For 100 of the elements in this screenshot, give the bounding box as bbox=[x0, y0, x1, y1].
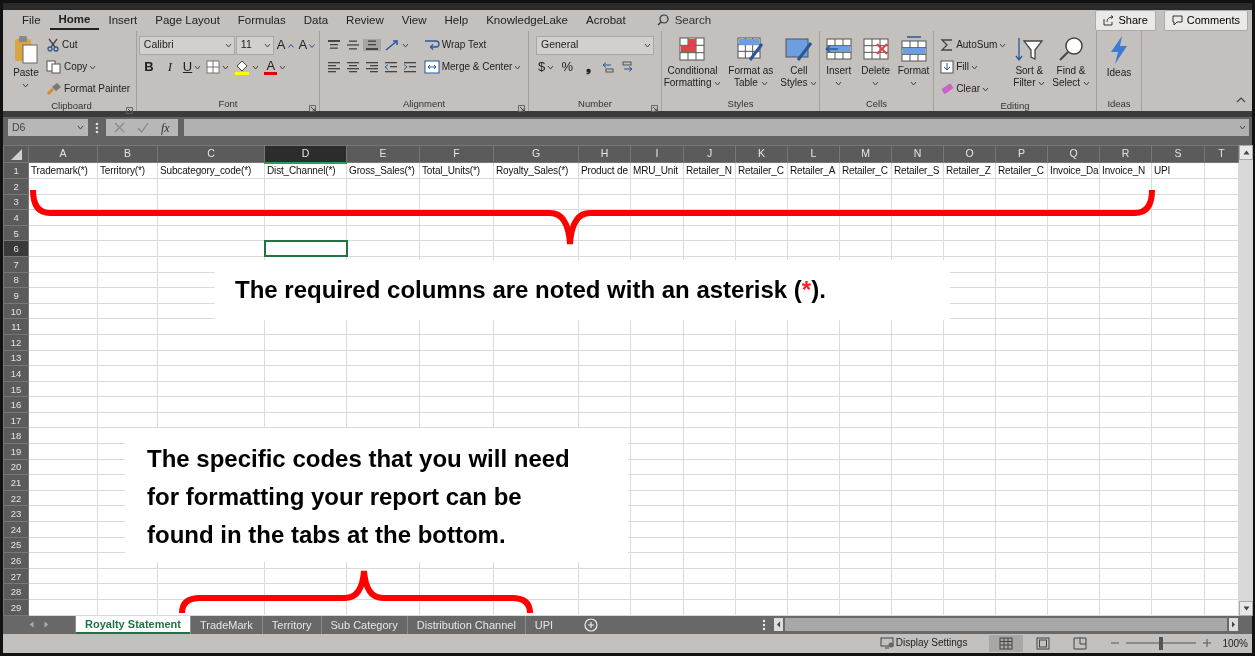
format-as-table-button[interactable]: Format as Table bbox=[726, 35, 776, 96]
format-painter-button[interactable]: Format Painter bbox=[43, 81, 133, 98]
plus-icon[interactable] bbox=[1203, 639, 1212, 648]
formula-input[interactable] bbox=[183, 119, 1249, 137]
wrap-text-button[interactable]: Wrap Text bbox=[421, 37, 489, 54]
paste-button[interactable]: Paste bbox=[10, 35, 41, 96]
column-header[interactable]: T bbox=[1204, 145, 1239, 163]
column-header[interactable]: S bbox=[1151, 145, 1205, 163]
dialog-launcher-icon[interactable] bbox=[309, 104, 316, 112]
dialog-launcher-icon[interactable] bbox=[518, 104, 525, 112]
slider-thumb[interactable] bbox=[1159, 636, 1164, 650]
horizontal-scrollbar[interactable] bbox=[785, 618, 1227, 632]
percent-button[interactable]: % bbox=[557, 60, 578, 75]
font-size-field[interactable]: 11 bbox=[235, 35, 274, 55]
column-header[interactable]: F bbox=[419, 145, 494, 163]
sheet-tab[interactable]: UPI bbox=[524, 615, 563, 634]
insert-function-button[interactable]: fx bbox=[161, 118, 170, 137]
column-header[interactable]: G bbox=[493, 145, 579, 163]
dialog-launcher-icon[interactable] bbox=[651, 104, 658, 112]
comma-style-button[interactable]: ❟ bbox=[578, 60, 599, 75]
menu-tab[interactable]: Insert bbox=[99, 11, 147, 30]
sort-filter-button[interactable]: Sort & Filter bbox=[1011, 35, 1048, 96]
menu-tab[interactable]: Review bbox=[337, 11, 393, 30]
font-color-button[interactable]: A bbox=[262, 58, 289, 76]
checkmark-icon[interactable] bbox=[137, 122, 149, 134]
previous-sheet-icon[interactable] bbox=[29, 621, 34, 629]
menu-tab[interactable]: Formulas bbox=[228, 11, 295, 30]
column-header[interactable]: I bbox=[630, 145, 684, 163]
cell-styles-button[interactable]: Cell Styles bbox=[778, 35, 820, 96]
menu-tab[interactable]: Home bbox=[49, 10, 100, 31]
more-options-icon[interactable] bbox=[94, 120, 100, 135]
sheet-tab[interactable]: Distribution Channel bbox=[406, 615, 525, 634]
column-header[interactable]: M bbox=[839, 145, 892, 163]
column-header[interactable]: H bbox=[578, 145, 631, 163]
share-button[interactable]: Share bbox=[1095, 10, 1156, 31]
delete-button[interactable]: Delete bbox=[858, 35, 893, 96]
search-label[interactable]: Search bbox=[674, 11, 712, 30]
column-header[interactable]: B bbox=[97, 145, 158, 163]
conditional-formatting-button[interactable]: Conditional Formatting bbox=[661, 35, 724, 96]
column-header[interactable]: A bbox=[28, 145, 98, 163]
column-header[interactable]: D bbox=[264, 145, 347, 163]
caret-up-icon bbox=[1242, 150, 1250, 156]
sheet-tab[interactable]: TradeMark bbox=[190, 615, 262, 634]
ideas-button[interactable]: Ideas bbox=[1104, 35, 1134, 96]
caret-down-icon bbox=[1242, 605, 1250, 611]
menu-tab[interactable]: Acrobat bbox=[577, 11, 635, 30]
sheet-tab[interactable]: Territory bbox=[261, 615, 321, 634]
shrink-font-button[interactable]: A bbox=[296, 38, 318, 53]
cut-button[interactable]: Cut bbox=[43, 37, 80, 54]
underline-button[interactable]: U bbox=[180, 60, 204, 75]
next-sheet-icon[interactable] bbox=[44, 621, 49, 629]
menu-tab[interactable]: Data bbox=[294, 11, 338, 30]
scroll-up-button[interactable] bbox=[1239, 145, 1253, 161]
number-format-field[interactable]: General bbox=[536, 35, 654, 55]
collapse-ribbon-icon[interactable] bbox=[1236, 96, 1246, 103]
column-header[interactable]: C bbox=[157, 145, 265, 163]
scroll-right-icon[interactable] bbox=[1229, 618, 1238, 632]
currency-button[interactable]: $ bbox=[536, 60, 557, 75]
column-header[interactable]: K bbox=[735, 145, 788, 163]
column-header[interactable]: E bbox=[346, 145, 420, 163]
group-label: Cells bbox=[865, 97, 888, 112]
comments-button[interactable]: Comments bbox=[1163, 10, 1248, 31]
format-button[interactable]: Format bbox=[895, 35, 932, 96]
italic-button[interactable]: I bbox=[159, 60, 180, 75]
sheet-tab[interactable]: Sub Category bbox=[320, 615, 407, 634]
selected-cell[interactable] bbox=[264, 240, 347, 257]
table-cell: Retailer_C bbox=[995, 162, 1048, 179]
share-icon bbox=[1103, 14, 1115, 26]
display-settings-button[interactable]: Display Settings bbox=[877, 636, 970, 651]
add-sheet-icon[interactable] bbox=[584, 617, 599, 632]
view-button[interactable] bbox=[989, 634, 1024, 652]
clear-button[interactable]: Clear bbox=[938, 81, 992, 98]
insert-button[interactable]: Insert bbox=[821, 35, 856, 96]
menu-tab[interactable]: Page Layout bbox=[146, 11, 229, 30]
copy-button[interactable]: Copy bbox=[43, 59, 99, 76]
column-header[interactable]: O bbox=[943, 145, 996, 163]
menu-tab[interactable]: View bbox=[392, 11, 436, 30]
column-header[interactable]: N bbox=[891, 145, 944, 163]
dialog-launcher-icon[interactable] bbox=[126, 106, 133, 114]
bold-button[interactable]: B bbox=[138, 60, 159, 75]
column-header[interactable]: R bbox=[1099, 145, 1152, 163]
scroll-left-icon[interactable] bbox=[774, 618, 783, 632]
menu-tab[interactable]: Help bbox=[435, 11, 478, 30]
fill-button[interactable]: Fill bbox=[938, 59, 980, 76]
bottom-align-button[interactable] bbox=[362, 39, 381, 52]
menu-tab[interactable]: KnowledgeLake bbox=[477, 11, 577, 30]
column-header[interactable]: Q bbox=[1047, 145, 1100, 163]
column-header[interactable]: L bbox=[787, 145, 840, 163]
zoom-level[interactable]: 100% bbox=[1222, 635, 1248, 651]
find-select-button[interactable]: Find & Select bbox=[1050, 35, 1092, 96]
font-name-field[interactable]: Calibri bbox=[138, 35, 235, 55]
menu-tab[interactable]: File bbox=[13, 11, 50, 30]
name-box[interactable]: D6 bbox=[8, 119, 88, 137]
merge-center-button[interactable]: Merge & Center bbox=[421, 59, 524, 76]
grow-font-button[interactable]: A bbox=[274, 38, 296, 53]
more-options-icon[interactable] bbox=[762, 618, 766, 631]
column-header[interactable]: P bbox=[995, 145, 1048, 163]
column-header[interactable]: J bbox=[683, 145, 736, 163]
autosum-button[interactable]: AutoSum bbox=[938, 37, 1009, 54]
scroll-down-button[interactable] bbox=[1239, 600, 1253, 616]
